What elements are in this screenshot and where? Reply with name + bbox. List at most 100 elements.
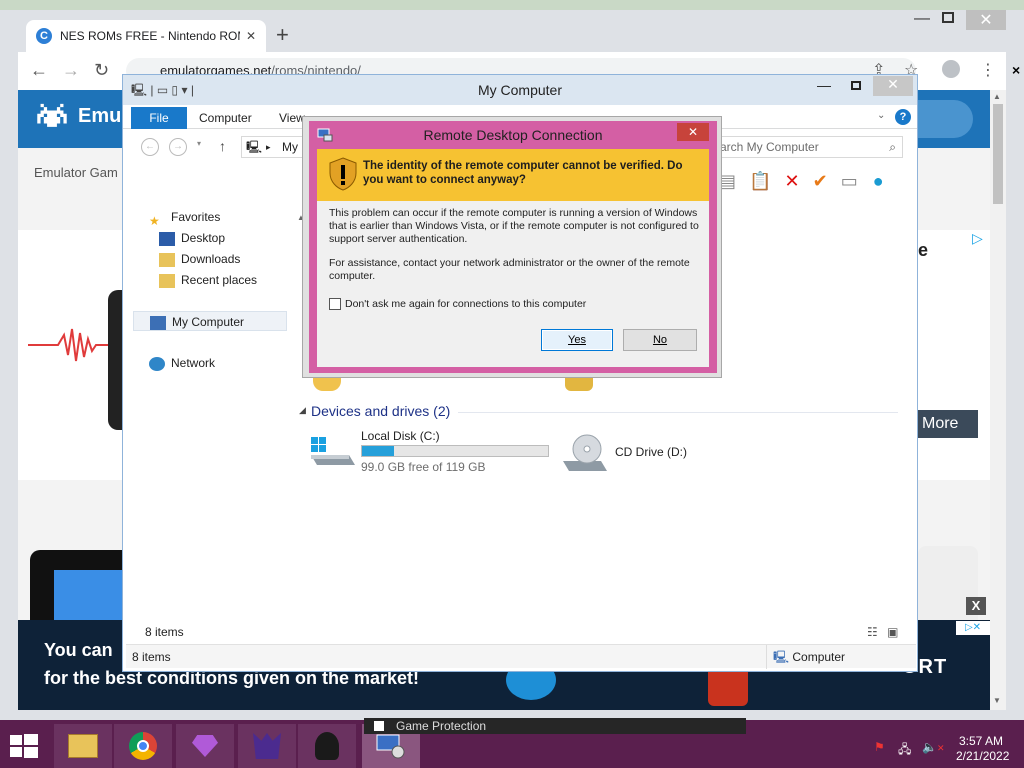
browser-close-button[interactable]: ✕: [966, 10, 1006, 30]
adchoices-icon[interactable]: ▷: [972, 230, 983, 247]
up-arrow-icon[interactable]: ↑: [219, 138, 226, 154]
rdp-close-button[interactable]: ✕: [677, 123, 709, 141]
taskbar-file-explorer[interactable]: [54, 724, 112, 768]
nav-network[interactable]: Network: [149, 353, 307, 373]
desktop-icon: [159, 231, 175, 246]
search-input[interactable]: arch My Computer ⌕: [713, 136, 903, 158]
volume-muted-icon[interactable]: 🔈✕: [922, 740, 945, 754]
star-icon: ★: [149, 213, 160, 228]
explorer-maximize-button[interactable]: [851, 81, 861, 90]
search-placeholder: arch My Computer: [720, 140, 819, 154]
forward-arrow-icon[interactable]: →: [62, 60, 80, 81]
nav-downloads[interactable]: Downloads: [159, 249, 317, 269]
rdp-paragraph-1: This problem can occur if the remote com…: [329, 207, 699, 245]
chrome-icon: [129, 732, 157, 760]
reload-icon[interactable]: ↻: [94, 60, 109, 81]
globe-icon[interactable]: ●: [873, 171, 884, 191]
dont-ask-label[interactable]: Don't ask me again for connections to th…: [345, 298, 586, 310]
yes-label: Yes: [568, 334, 586, 346]
navigation-pane: ★ Favorites Desktop Downloads Recent plac…: [129, 203, 289, 643]
forward-circle-icon[interactable]: →: [169, 138, 187, 156]
browser-tab[interactable]: C NES ROMs FREE - Nintendo ROM ✕: [26, 20, 266, 52]
checkmark-icon[interactable]: ✔: [813, 171, 828, 191]
ribbon-expand-icon[interactable]: ⌄: [877, 110, 885, 121]
new-tab-button[interactable]: +: [276, 22, 289, 48]
tab-title: NES ROMs FREE - Nintendo ROM: [60, 29, 240, 43]
recent-places-icon: [159, 273, 175, 288]
profile-avatar-icon[interactable]: [942, 60, 960, 78]
yes-button[interactable]: Yes: [541, 329, 613, 351]
large-icons-view-icon[interactable]: ▣: [887, 625, 898, 639]
tab-computer[interactable]: Computer: [199, 111, 252, 125]
rename-icon[interactable]: ▭: [841, 171, 858, 191]
network-tray-icon[interactable]: 🖧: [898, 740, 911, 761]
maximize-icon: [851, 81, 861, 90]
browser-minimize-button[interactable]: —: [914, 10, 930, 28]
scroll-up-icon[interactable]: ▲: [993, 92, 1001, 101]
taskbar-gem-app[interactable]: [176, 724, 234, 768]
drive-c[interactable]: Local Disk (C:) 99.0 GB free of 119 GB: [309, 429, 549, 474]
no-button[interactable]: No: [623, 329, 697, 351]
windows-start-icon[interactable]: [10, 734, 38, 758]
site-brand[interactable]: Emul: [78, 105, 127, 128]
rdp-body: This problem can occur if the remote com…: [317, 201, 709, 367]
browser-maximize-button[interactable]: [942, 12, 954, 23]
ad-close-button[interactable]: X: [966, 597, 986, 615]
taskbar-game-app[interactable]: [238, 724, 296, 768]
taskbar-vpn-app[interactable]: [298, 724, 356, 768]
search-icon: ⌕: [889, 140, 896, 154]
taskbar-preview-tooltip[interactable]: Game Protection: [364, 718, 746, 734]
back-circle-icon[interactable]: ←: [141, 138, 159, 156]
view-toggle-icons: ☷ ▣: [867, 625, 898, 639]
scroll-down-icon[interactable]: ▼: [993, 696, 1001, 705]
computer-icon: [150, 315, 166, 330]
tooltip-label: Game Protection: [396, 719, 487, 733]
ribbon-toolbar-icons: ▤ 📋 ✕ ✔ ▭ ●: [719, 171, 884, 192]
drive-d[interactable]: CD Drive (D:): [561, 431, 741, 475]
adchoices-badge-icon[interactable]: ▷✕: [956, 621, 990, 635]
devices-group-header[interactable]: Devices and drives (2): [311, 403, 899, 419]
nav-favorites[interactable]: ★ Favorites: [149, 207, 307, 228]
tab-close-icon[interactable]: ✕: [246, 29, 256, 43]
drive-c-name: Local Disk (C:): [361, 429, 440, 443]
site-breadcrumb[interactable]: Emulator Gam: [34, 165, 118, 180]
details-view-icon[interactable]: ☷: [867, 625, 878, 639]
dont-ask-checkbox[interactable]: [329, 298, 341, 310]
rdp-warning-text: The identity of the remote computer cann…: [363, 160, 683, 186]
taskbar-clock[interactable]: 3:57 AM 2/21/2022: [956, 734, 1010, 764]
nav-recent-places[interactable]: Recent places: [159, 270, 317, 290]
explorer-minimize-button[interactable]: —: [817, 77, 831, 93]
computer-small-icon: 🖳: [773, 650, 790, 664]
more-button[interactable]: More: [918, 410, 978, 438]
overlay-close-icon[interactable]: ×: [1012, 62, 1020, 78]
scrollbar-thumb[interactable]: [993, 104, 1003, 204]
clipboard-icon[interactable]: 📋: [749, 171, 771, 191]
tab-view[interactable]: View: [279, 111, 305, 125]
taskbar-chrome[interactable]: [114, 724, 172, 768]
hard-disk-icon: [311, 437, 355, 465]
maximize-icon: [942, 12, 954, 23]
clock-date: 2/21/2022: [956, 749, 1010, 763]
flag-alert-icon[interactable]: ⚑: [874, 740, 885, 754]
drive-c-usage-bar: [361, 445, 549, 457]
rdp-warning-banner: The identity of the remote computer cann…: [317, 149, 709, 201]
explorer-title: My Computer: [477, 82, 563, 98]
group-collapse-icon[interactable]: ◢: [299, 405, 306, 416]
cd-drive-icon: [563, 434, 607, 471]
browser-menu-icon[interactable]: ⋮: [980, 60, 996, 80]
window-preview-icon: [374, 721, 384, 731]
delete-x-icon[interactable]: ✕: [784, 171, 799, 191]
explorer-close-button[interactable]: ✕: [873, 76, 913, 96]
diamond-icon: [192, 735, 218, 757]
page-scrollbar[interactable]: ▲ ▼: [990, 90, 1006, 710]
drive-c-free: 99.0 GB free of 119 GB: [361, 460, 486, 474]
recent-locations-icon[interactable]: ▾: [197, 139, 201, 148]
nav-desktop[interactable]: Desktop: [159, 228, 317, 248]
tab-file[interactable]: File: [131, 107, 187, 129]
back-arrow-icon[interactable]: ←: [30, 60, 48, 81]
drive-d-name: CD Drive (D:): [615, 445, 687, 459]
nav-my-computer[interactable]: My Computer: [133, 311, 287, 331]
status-item-count: 8 items: [145, 625, 184, 639]
space-invader-logo-icon[interactable]: [34, 102, 70, 136]
help-icon[interactable]: ?: [895, 109, 911, 125]
